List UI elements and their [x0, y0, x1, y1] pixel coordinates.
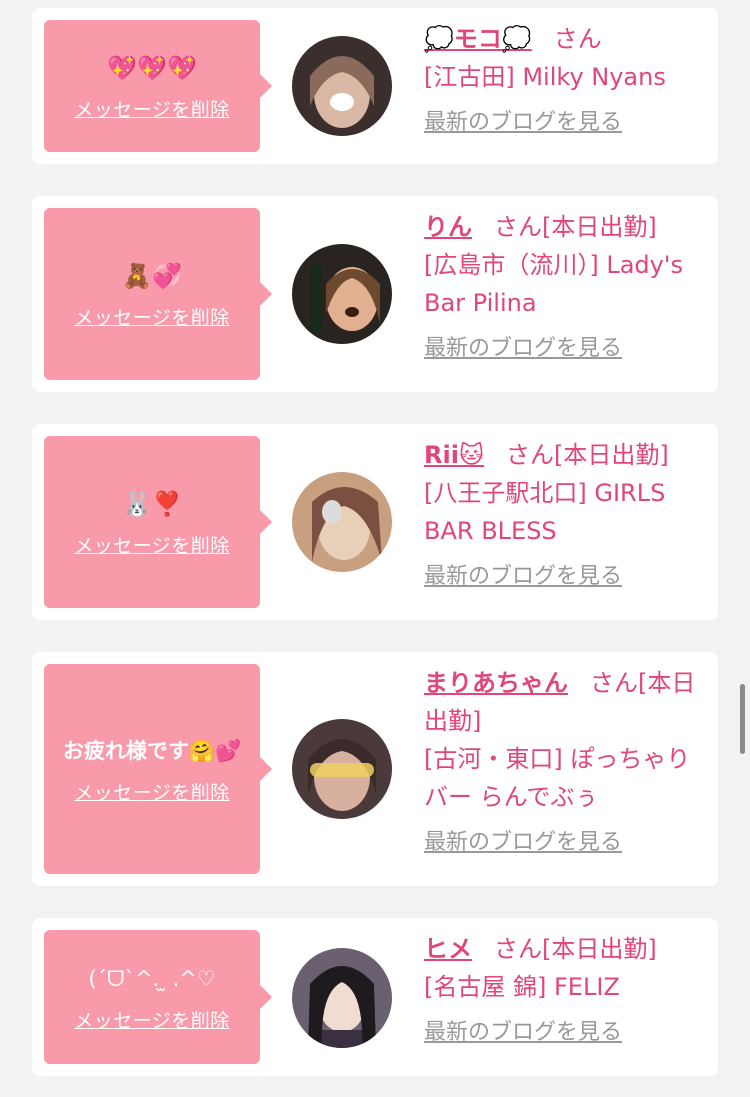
cast-name-link[interactable]: りん	[424, 213, 472, 241]
shop-name: [八王子駅北口] GIRLS BAR BLESS	[424, 479, 666, 545]
avatar-image	[292, 472, 392, 572]
delete-message-link[interactable]: メッセージを削除	[74, 303, 230, 330]
message-text: 🧸💞	[122, 261, 182, 290]
cast-suffix: さん[本日出勤]	[505, 441, 669, 469]
avatar-image	[292, 948, 392, 1048]
message-text: 💖💖💖	[107, 53, 197, 82]
message-bubble: (ˊᗜˋ^. ̫ .^♡ メッセージを削除	[44, 930, 272, 1064]
latest-blog-link[interactable]: 最新のブログを見る	[424, 824, 622, 862]
avatar[interactable]	[292, 244, 392, 344]
message-bubble: 💖💖💖 メッセージを削除	[44, 20, 272, 152]
cast-name-link[interactable]: まりあちゃん	[424, 669, 568, 697]
cast-suffix: さん[本日出勤]	[494, 213, 657, 241]
delete-message-link[interactable]: メッセージを削除	[74, 778, 230, 805]
latest-blog-link[interactable]: 最新のブログを見る	[424, 1014, 622, 1052]
cast-name-link[interactable]: 💭モコ💭	[424, 25, 532, 53]
latest-blog-link[interactable]: 最新のブログを見る	[424, 558, 622, 596]
message-card: 🐰❣️ メッセージを削除 Rii🐱 さん[本日出勤] [八王子駅北口] GIRLS…	[32, 424, 718, 620]
cast-suffix: さん[本日出勤]	[494, 935, 657, 963]
cast-name-link[interactable]: ヒメ	[424, 935, 472, 963]
shop-name: [江古田] Milky Nyans	[424, 63, 666, 91]
message-text: (ˊᗜˋ^. ̫ .^♡	[88, 966, 216, 991]
message-card: お疲れ様です🤗💕 メッセージを削除 まりあちゃん さん[本日出勤] [古河・東口]…	[32, 652, 718, 886]
avatar-image	[292, 719, 392, 819]
delete-message-link[interactable]: メッセージを削除	[74, 95, 230, 122]
scrollbar[interactable]	[740, 684, 745, 754]
avatar[interactable]	[292, 719, 392, 819]
message-text: お疲れ様です🤗💕	[62, 738, 242, 763]
delete-message-link[interactable]: メッセージを削除	[74, 531, 230, 558]
cast-info: りん さん[本日出勤] [広島市（流川）] Lady's Bar Pilina 最…	[424, 208, 708, 368]
delete-message-link[interactable]: メッセージを削除	[74, 1006, 230, 1033]
latest-blog-link[interactable]: 最新のブログを見る	[424, 104, 622, 142]
message-list: 💖💖💖 メッセージを削除 💭モコ💭 さん [江古田] Milky Nyans 最新…	[0, 0, 750, 1097]
message-bubble: お疲れ様です🤗💕 メッセージを削除	[44, 664, 272, 874]
message-card: 🧸💞 メッセージを削除 りん さん[本日出勤] [広島市（流川）] Lady's …	[32, 196, 718, 392]
cast-info: まりあちゃん さん[本日出勤] [古河・東口] ぽっちゃりバー らんでぶぅ 最新の…	[424, 664, 708, 862]
avatar[interactable]	[292, 948, 392, 1048]
cast-info: ヒメ さん[本日出勤] [名古屋 錦] FELIZ 最新のブログを見る	[424, 930, 708, 1052]
shop-name: [名古屋 錦] FELIZ	[424, 973, 620, 1001]
cast-suffix: さん	[553, 25, 602, 53]
shop-name: [広島市（流川）] Lady's Bar Pilina	[424, 251, 683, 317]
avatar-image	[292, 244, 392, 344]
avatar[interactable]	[292, 36, 392, 136]
message-bubble: 🐰❣️ メッセージを削除	[44, 436, 272, 608]
message-card: 💖💖💖 メッセージを削除 💭モコ💭 さん [江古田] Milky Nyans 最新…	[32, 8, 718, 164]
latest-blog-link[interactable]: 最新のブログを見る	[424, 330, 622, 368]
shop-name: [古河・東口] ぽっちゃりバー らんでぶぅ	[424, 745, 691, 811]
avatar-image	[292, 36, 392, 136]
cast-info: Rii🐱 さん[本日出勤] [八王子駅北口] GIRLS BAR BLESS 最新…	[424, 436, 708, 596]
cast-info: 💭モコ💭 さん [江古田] Milky Nyans 最新のブログを見る	[424, 20, 708, 142]
message-text: 🐰❣️	[122, 489, 182, 518]
cast-name-link[interactable]: Rii🐱	[424, 441, 484, 469]
message-bubble: 🧸💞 メッセージを削除	[44, 208, 272, 380]
message-card: (ˊᗜˋ^. ̫ .^♡ メッセージを削除 ヒメ さん[本日出勤] [名古屋 錦]…	[32, 918, 718, 1076]
avatar[interactable]	[292, 472, 392, 572]
